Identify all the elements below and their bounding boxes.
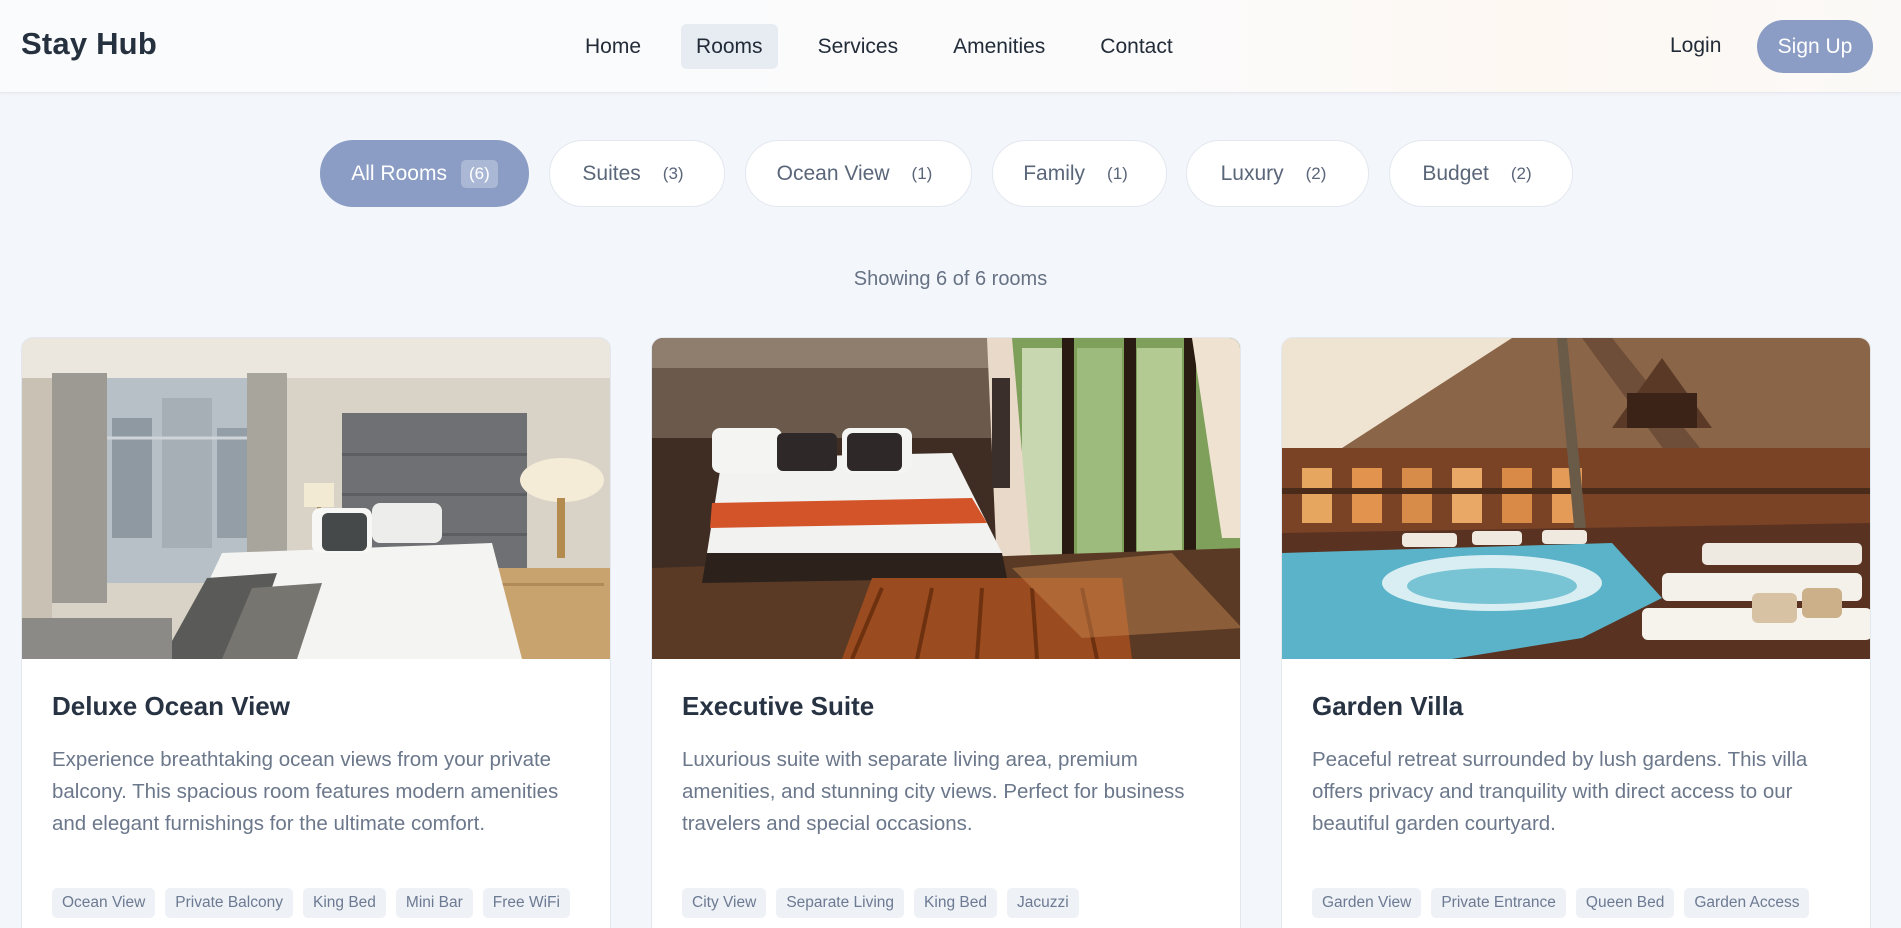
brand-logo[interactable]: Stay Hub xyxy=(21,26,157,62)
filter-label: All Rooms xyxy=(351,161,447,185)
filter-label: Family xyxy=(1023,161,1086,185)
nav-item-rooms[interactable]: Rooms xyxy=(681,24,778,69)
filter-all-rooms[interactable]: All Rooms (6) xyxy=(320,140,529,207)
filter-family[interactable]: Family (1) xyxy=(992,140,1167,207)
filter-count: (6) xyxy=(460,159,498,188)
room-tag: City View xyxy=(682,888,767,918)
room-tag: King Bed xyxy=(303,888,386,918)
room-title: Deluxe Ocean View xyxy=(52,691,290,721)
sign-up-button[interactable]: Sign Up xyxy=(1757,20,1873,73)
room-photo-suite xyxy=(652,338,1240,659)
nav-item-services[interactable]: Services xyxy=(803,24,914,69)
room-card[interactable]: Garden Villa Peaceful retreat surrounded… xyxy=(1281,337,1871,928)
results-count: Showing 6 of 6 rooms xyxy=(853,268,1048,290)
room-tag: Separate Living xyxy=(776,888,905,918)
room-card[interactable]: Deluxe Ocean View Experience breathtakin… xyxy=(21,337,611,928)
room-title: Executive Suite xyxy=(682,691,875,721)
room-tag: Jacuzzi xyxy=(1006,888,1079,918)
room-tag: Ocean View xyxy=(52,888,156,918)
filter-label: Budget xyxy=(1422,161,1489,185)
room-tag: Garden View xyxy=(1312,888,1422,918)
room-photo-bedroom xyxy=(22,338,610,659)
room-tags: Ocean View Private Balcony King Bed Mini… xyxy=(52,888,580,918)
nav-item-contact[interactable]: Contact xyxy=(1085,24,1187,69)
filter-budget[interactable]: Budget (2) xyxy=(1389,140,1573,207)
filter-count: (2) xyxy=(1305,163,1327,183)
room-card[interactable]: Executive Suite Luxurious suite with sep… xyxy=(651,337,1241,928)
room-card-body: Garden Villa Peaceful retreat surrounded… xyxy=(1282,659,1870,918)
login-link[interactable]: Login xyxy=(1670,30,1721,62)
room-title: Garden Villa xyxy=(1312,691,1464,721)
filter-label: Ocean View xyxy=(776,161,890,185)
filter-count: (1) xyxy=(911,163,933,183)
room-tag: Private Entrance xyxy=(1431,888,1566,918)
room-tag: Queen Bed xyxy=(1575,888,1675,918)
top-navbar: Stay Hub Home Rooms Services Amenities C… xyxy=(0,0,1901,93)
filter-luxury[interactable]: Luxury (2) xyxy=(1186,140,1369,207)
room-tags: City View Separate Living King Bed Jacuz… xyxy=(682,888,1210,918)
room-tag: Free WiFi xyxy=(482,888,570,918)
filter-count: (3) xyxy=(662,163,684,183)
main-nav: Home Rooms Services Amenities Contact xyxy=(570,24,1213,69)
room-description: Peaceful retreat surrounded by lush gard… xyxy=(1312,748,1808,835)
room-card-body: Deluxe Ocean View Experience breathtakin… xyxy=(22,659,610,918)
room-photo-villa-pool xyxy=(1282,338,1870,659)
room-tags: Garden View Private Entrance Queen Bed G… xyxy=(1312,888,1840,918)
room-description: Luxurious suite with separate living are… xyxy=(682,748,1185,835)
room-description: Experience breathtaking ocean views from… xyxy=(52,748,559,835)
filter-ocean-view[interactable]: Ocean View (1) xyxy=(745,140,972,207)
filter-suites[interactable]: Suites (3) xyxy=(549,140,725,207)
room-tag: Mini Bar xyxy=(395,888,473,918)
filter-count: (1) xyxy=(1107,163,1128,183)
room-card-body: Executive Suite Luxurious suite with sep… xyxy=(652,659,1240,918)
filter-label: Luxury xyxy=(1220,161,1284,185)
nav-item-amenities[interactable]: Amenities xyxy=(938,24,1060,69)
filter-count: (2) xyxy=(1510,163,1532,183)
nav-item-home[interactable]: Home xyxy=(570,24,656,69)
room-tag: Garden Access xyxy=(1684,888,1810,918)
room-tag: King Bed xyxy=(914,888,997,918)
filter-label: Suites xyxy=(582,161,641,185)
room-tag: Private Balcony xyxy=(165,888,293,918)
